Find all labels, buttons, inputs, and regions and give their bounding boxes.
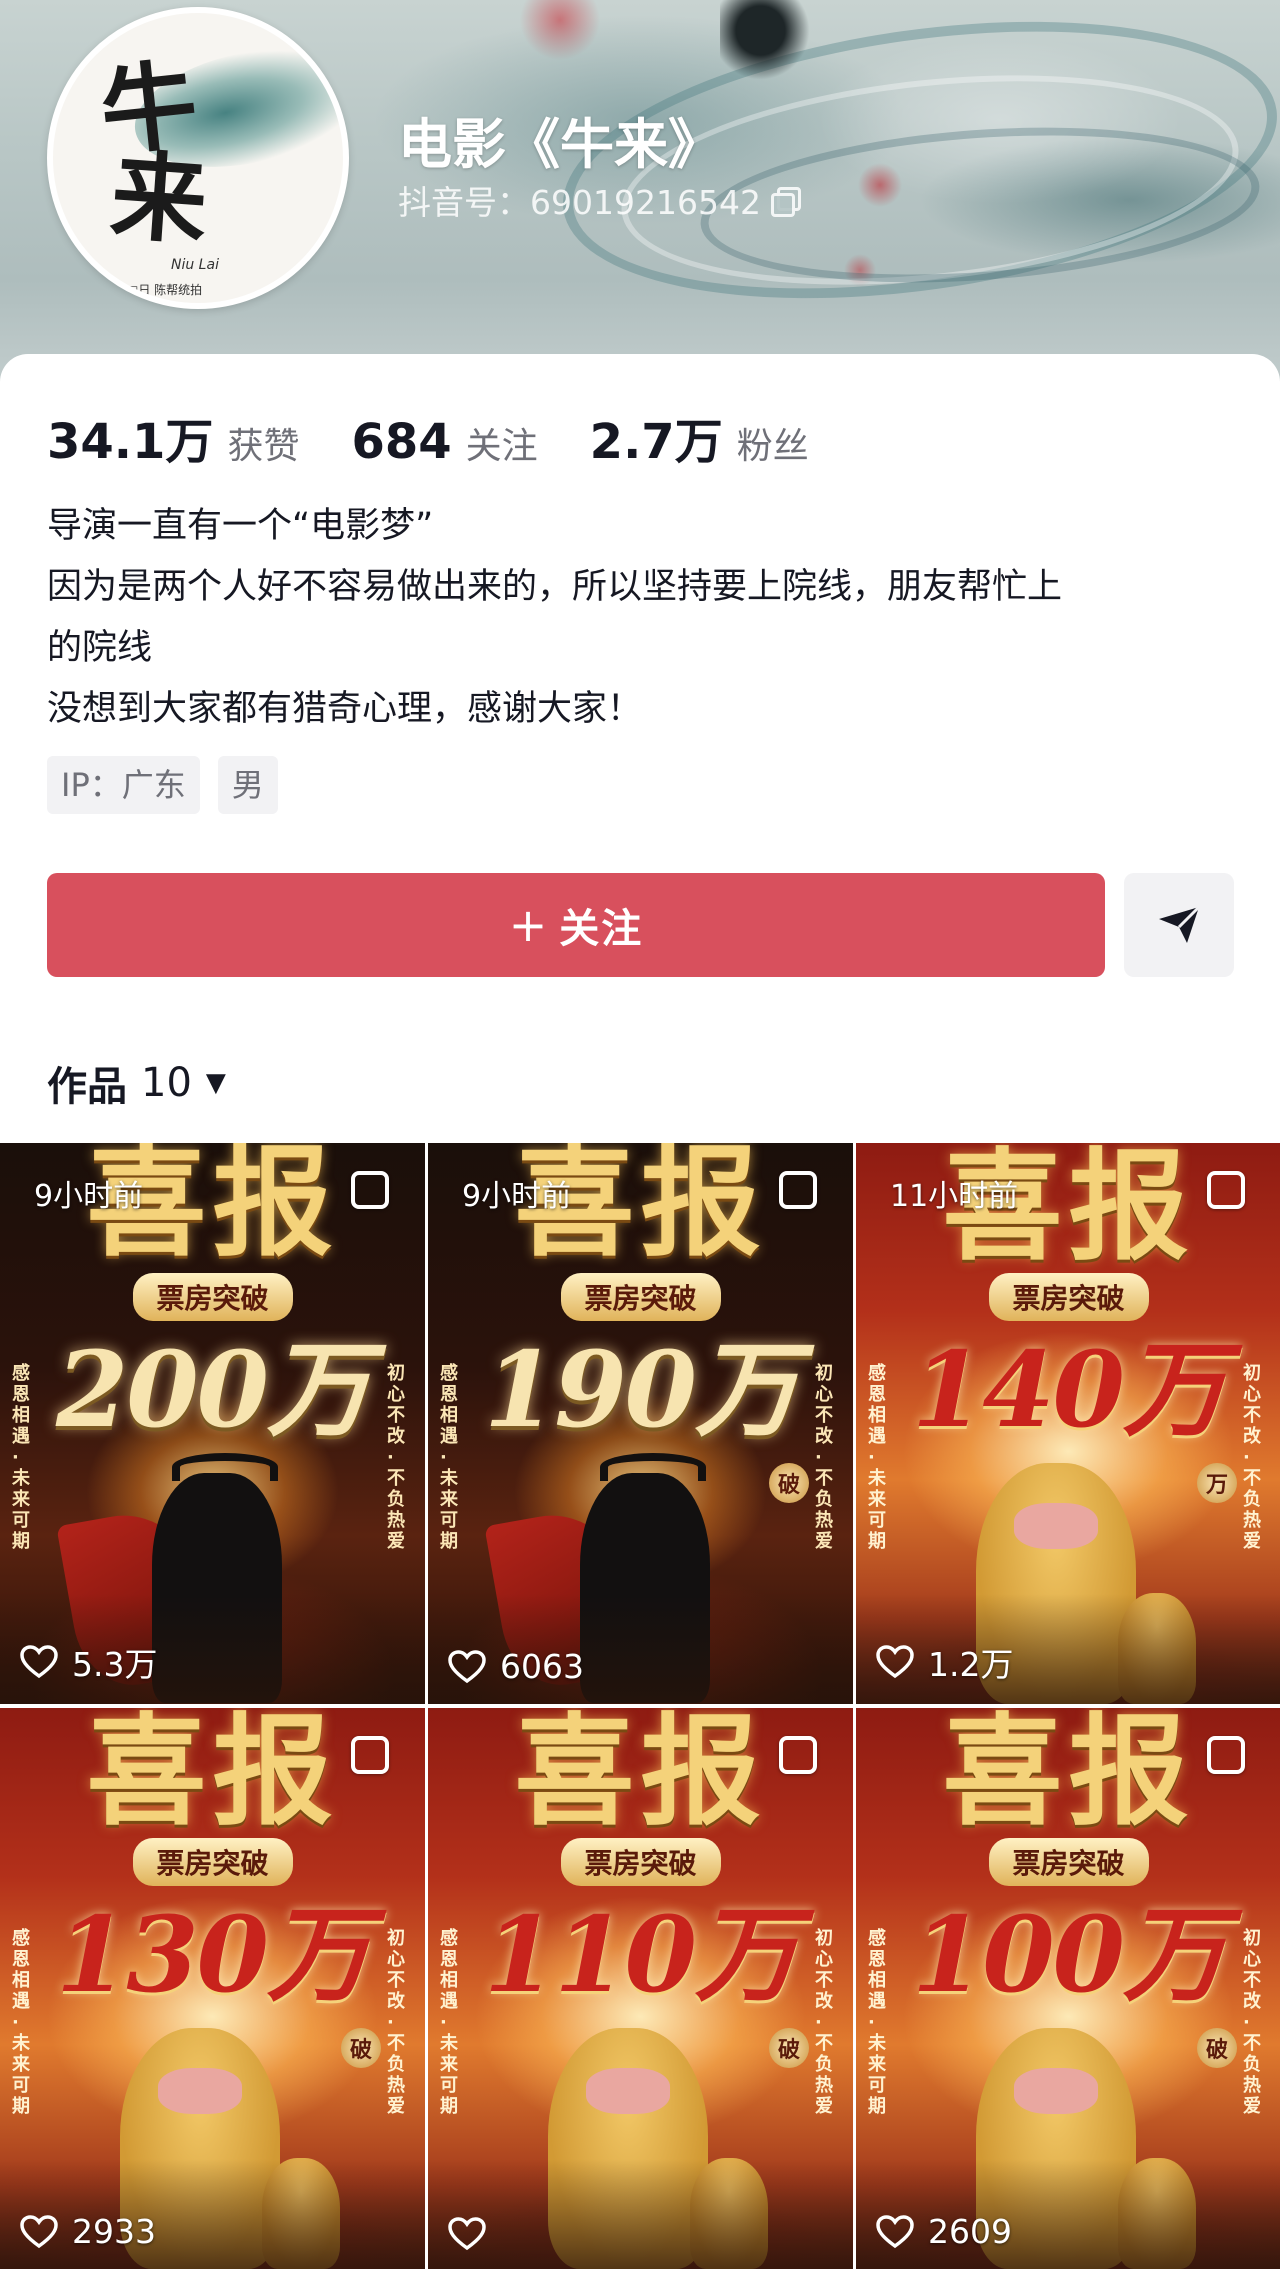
- poster-side-text: 感恩相遇·未来可期: [868, 1928, 886, 2117]
- video-tile[interactable]: 喜报 票房突破 200万 感恩相遇·未来可期 初心不改·不负热爱 9小时前 5.3万: [0, 1143, 425, 1704]
- heart-icon: [20, 2214, 58, 2248]
- poster-badge: 破: [341, 2028, 381, 2068]
- video-tile[interactable]: 喜报 票房突破 140万 感恩相遇·未来可期 初心不改·不负热爱万 11小时前 1.2万: [856, 1143, 1280, 1704]
- select-checkbox[interactable]: [351, 1736, 389, 1774]
- stat-label: 关注: [465, 426, 538, 467]
- select-checkbox[interactable]: [1207, 1171, 1245, 1209]
- stat-likes[interactable]: 34.1万 获赞: [47, 402, 299, 472]
- heart-icon: [448, 2217, 486, 2251]
- poster-subtitle: 票房突破: [132, 1273, 293, 1321]
- poster-amount: 100万: [911, 1893, 1227, 2016]
- bio-line: 导演一直有一个“电影梦”: [47, 506, 434, 546]
- caret-down-icon: ▼: [205, 1068, 226, 1098]
- video-tile[interactable]: 喜报 票房突破 130万 感恩相遇·未来可期 初心不改·不负热爱破 2933: [0, 1708, 425, 2269]
- avatar-logo-footer: □日 陈帮统拍: [127, 283, 203, 297]
- avatar-logo-subtitle: Niu Lai: [171, 257, 219, 273]
- banner-ink-figure: [720, 0, 810, 80]
- poster-badge: 万: [1197, 1463, 1237, 1503]
- select-checkbox[interactable]: [779, 1736, 817, 1774]
- heart-icon: [20, 1645, 58, 1679]
- poster-badge: 破: [769, 1463, 809, 1503]
- poster-side-text: 初心不改·不负热爱: [387, 1363, 405, 1552]
- poster-amount: 110万: [483, 1893, 799, 2016]
- poster-side-text: 初心不改·不负热爱: [387, 1928, 405, 2117]
- douyin-id-row[interactable]: 抖音号：69019216542: [398, 176, 801, 224]
- poster-amount: 200万: [55, 1328, 371, 1451]
- heart-icon: [876, 2214, 914, 2248]
- poster-amount: 130万: [55, 1893, 371, 2016]
- stat-label: 获赞: [227, 426, 300, 467]
- plus-icon: +: [508, 898, 550, 952]
- like-count: 2933: [72, 2212, 156, 2251]
- stat-value: 684: [351, 414, 452, 470]
- poster-side-text: 初心不改·不负热爱: [1243, 1363, 1261, 1552]
- select-checkbox[interactable]: [779, 1171, 817, 1209]
- video-likes: 6063: [448, 1647, 584, 1686]
- poster-side-text: 感恩相遇·未来可期: [868, 1363, 886, 1552]
- avatar-logo-glyph: 来: [107, 138, 211, 259]
- video-time: 9小时前: [34, 1179, 144, 1214]
- poster-side-text: 感恩相遇·未来可期: [440, 1928, 458, 2117]
- follow-button-label: 关注: [559, 906, 644, 952]
- like-count: 5.3万: [72, 1645, 158, 1684]
- poster-subtitle: 票房突破: [560, 1838, 721, 1886]
- paper-plane-icon: [1159, 905, 1201, 943]
- profile-tags: IP：广东 男: [47, 756, 278, 814]
- profile-stats: 34.1万 获赞 684 关注 2.7万 粉丝: [47, 402, 861, 472]
- stat-value: 2.7万: [589, 414, 723, 470]
- poster-side-text: 感恩相遇·未来可期: [12, 1928, 30, 2117]
- heart-icon: [448, 1649, 486, 1683]
- video-likes: 1.2万: [876, 1638, 1013, 1686]
- poster-badge: 破: [1197, 2028, 1237, 2068]
- poster-amount: 140万: [911, 1328, 1227, 1451]
- poster-side-text: 初心不改·不负热爱: [1243, 1928, 1261, 2117]
- stat-following[interactable]: 684 关注: [351, 414, 537, 470]
- poster-side-text: 感恩相遇·未来可期: [12, 1363, 30, 1552]
- poster-side-text: 初心不改·不负热爱: [815, 1363, 833, 1552]
- video-time: 9小时前: [462, 1179, 572, 1214]
- avatar[interactable]: 牛 来 Niu Lai □日 陈帮统拍: [47, 7, 349, 309]
- bio-line: 没想到大家都有猎奇心理，感谢大家！: [47, 689, 643, 729]
- poster-side-text: 初心不改·不负热爱: [815, 1928, 833, 2117]
- tag-gender: 男: [217, 756, 278, 814]
- poster-amount: 190万: [483, 1328, 799, 1451]
- poster-subtitle: 票房突破: [988, 1273, 1149, 1321]
- tag-ip: IP：广东: [47, 756, 200, 814]
- heart-icon: [876, 1645, 914, 1679]
- video-likes: 2609: [876, 2212, 1012, 2251]
- select-checkbox[interactable]: [1207, 1736, 1245, 1774]
- works-count: 10: [141, 1060, 192, 1106]
- works-tab[interactable]: 作品 10 ▼: [47, 1054, 226, 1112]
- video-tile[interactable]: 喜报 票房突破 110万 感恩相遇·未来可期 初心不改·不负热爱破: [428, 1708, 853, 2269]
- works-label: 作品: [47, 1064, 127, 1110]
- poster-subtitle: 票房突破: [132, 1838, 293, 1886]
- douyin-id: 抖音号：69019216542: [398, 183, 761, 222]
- like-count: 1.2万: [928, 1645, 1014, 1684]
- stat-value: 34.1万: [47, 414, 214, 470]
- poster-subtitle: 票房突破: [988, 1838, 1149, 1886]
- video-tile[interactable]: 喜报 票房突破 190万 感恩相遇·未来可期 初心不改·不负热爱破 9小时前 6063: [428, 1143, 853, 1704]
- send-message-button[interactable]: [1124, 873, 1234, 977]
- copy-icon[interactable]: [770, 187, 801, 217]
- video-time: 11小时前: [890, 1179, 1019, 1214]
- profile-bio: 导演一直有一个“电影梦” 因为是两个人好不容易做出来的，所以坚持要上院线，朋友帮…: [47, 496, 1237, 740]
- follow-button[interactable]: + 关注: [47, 873, 1105, 977]
- video-likes: 2933: [20, 2212, 156, 2251]
- bio-line: 因为是两个人好不容易做出来的，所以坚持要上院线，朋友帮忙上: [47, 567, 1063, 607]
- video-grid: 喜报 票房突破 200万 感恩相遇·未来可期 初心不改·不负热爱 9小时前 5.3万 喜报 票房…: [0, 1143, 1280, 2269]
- video-likes: 5.3万: [20, 1638, 157, 1686]
- like-count: 2609: [928, 2212, 1012, 2251]
- poster-subtitle: 票房突破: [560, 1273, 721, 1321]
- stat-label: 粉丝: [736, 426, 809, 467]
- poster-badge: 破: [769, 2028, 809, 2068]
- poster-side-text: 感恩相遇·未来可期: [440, 1363, 458, 1552]
- profile-name: 电影《牛来》: [398, 113, 722, 176]
- bio-line: 的院线: [47, 628, 153, 668]
- poster-hill: [428, 2159, 853, 2269]
- select-checkbox[interactable]: [351, 1171, 389, 1209]
- video-likes: [448, 2217, 500, 2251]
- like-count: 6063: [500, 1647, 584, 1686]
- video-tile[interactable]: 喜报 票房突破 100万 感恩相遇·未来可期 初心不改·不负热爱破 2609: [856, 1708, 1280, 2269]
- stat-followers[interactable]: 2.7万 粉丝: [590, 402, 809, 472]
